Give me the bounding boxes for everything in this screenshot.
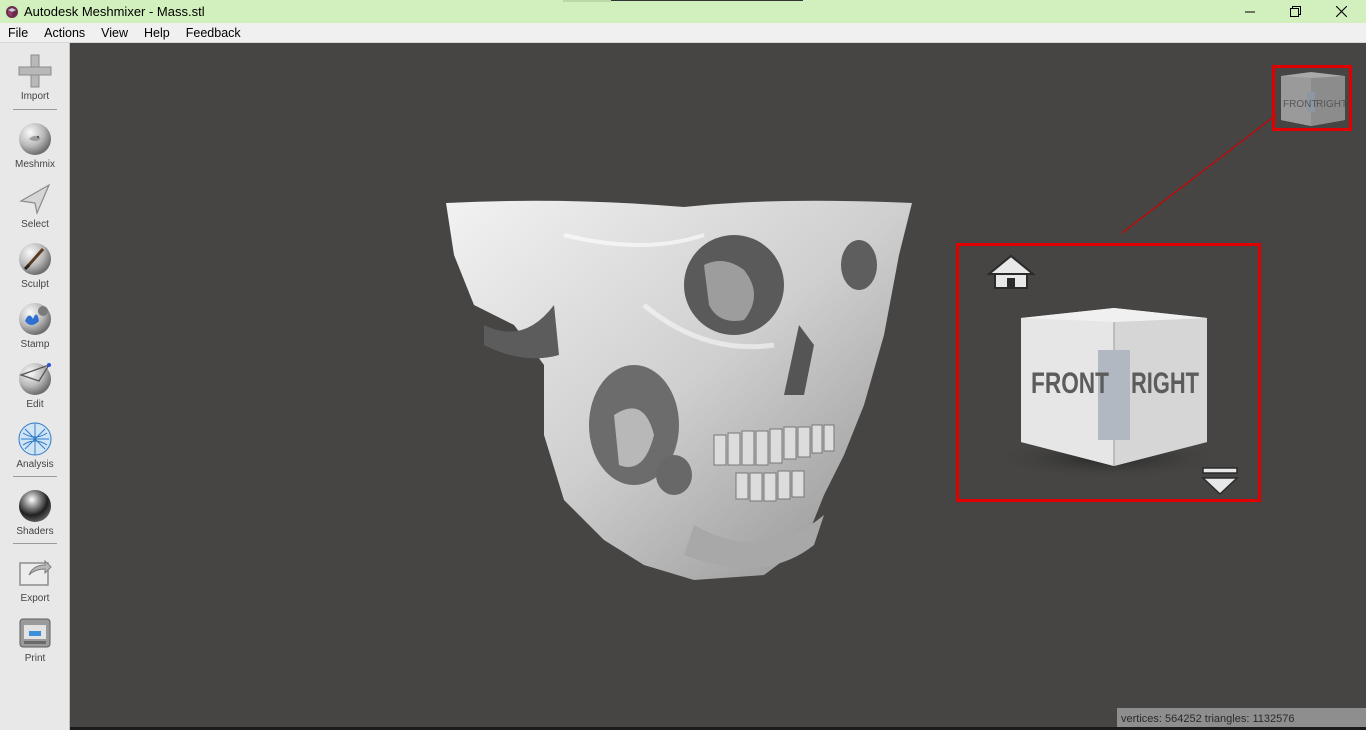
close-button[interactable] xyxy=(1318,0,1364,23)
print-label: Print xyxy=(24,653,46,664)
sculpt-label: Sculpt xyxy=(21,279,49,290)
bunny-sphere-icon xyxy=(19,123,51,155)
edit-label: Edit xyxy=(26,399,44,410)
cube-right-label[interactable]: RIGHT xyxy=(1131,367,1199,400)
shaders-tool[interactable]: Shaders xyxy=(0,488,70,546)
toolbar-divider xyxy=(13,476,57,477)
plus-icon xyxy=(18,54,52,88)
tool-sidebar: Import Meshmix Select Sculpt Stamp Edit … xyxy=(0,43,70,730)
title-bar-accent xyxy=(563,0,803,2)
window-title: Autodesk Meshmixer - Mass.stl xyxy=(24,4,205,19)
3d-viewport[interactable]: FRONT RIGHT FRONT RIGHT vertices: 564252… xyxy=(70,43,1366,730)
meshmixer-logo-icon xyxy=(6,5,18,18)
import-tool[interactable]: Import xyxy=(0,53,70,111)
view-cube-zoom-callout: FRONT RIGHT xyxy=(956,243,1261,502)
edit-sphere-icon xyxy=(19,363,51,395)
menu-view[interactable]: View xyxy=(93,23,136,43)
menu-actions[interactable]: Actions xyxy=(36,23,93,43)
home-icon[interactable] xyxy=(986,254,1036,289)
mesh-sphere-icon xyxy=(18,422,52,456)
restore-icon xyxy=(1289,6,1301,17)
stamp-tool[interactable]: Stamp xyxy=(0,301,70,359)
import-label: Import xyxy=(20,91,50,102)
view-cube-enlarged[interactable]: FRONT RIGHT xyxy=(959,246,1258,499)
stamp-label: Stamp xyxy=(20,339,50,350)
cube-front-label[interactable]: FRONT xyxy=(1031,367,1109,400)
small-cube-front-label: FRONT xyxy=(1283,99,1317,110)
chrome-sphere-icon xyxy=(19,490,51,522)
export-box-icon xyxy=(19,559,52,586)
sculpt-tool[interactable]: Sculpt xyxy=(0,241,70,299)
edit-tool[interactable]: Edit xyxy=(0,361,70,419)
meshmix-label: Meshmix xyxy=(14,159,55,170)
title-bar: Autodesk Meshmixer - Mass.stl xyxy=(0,0,1366,23)
select-label: Select xyxy=(21,219,49,230)
select-tool[interactable]: Select xyxy=(0,181,70,239)
cursor-arrow-icon xyxy=(19,183,51,216)
printer-icon xyxy=(19,618,51,648)
menu-feedback[interactable]: Feedback xyxy=(178,23,249,43)
print-tool[interactable]: Print xyxy=(0,615,70,673)
analysis-tool[interactable]: Analysis xyxy=(0,421,70,479)
small-cube-right-label: RIGHT xyxy=(1316,99,1347,110)
minimize-button[interactable] xyxy=(1227,0,1273,23)
export-label: Export xyxy=(20,593,50,604)
toolbar-divider xyxy=(13,543,57,544)
view-cube-small[interactable]: FRONT RIGHT xyxy=(1275,68,1349,128)
skull-mesh-model[interactable] xyxy=(444,195,914,585)
view-cube-highlight[interactable]: FRONT RIGHT xyxy=(1272,65,1352,131)
meshmix-tool[interactable]: Meshmix xyxy=(0,121,70,179)
brush-sphere-icon xyxy=(19,243,51,275)
menu-bar: File Actions View Help Feedback xyxy=(0,23,1366,43)
menu-help[interactable]: Help xyxy=(136,23,178,43)
export-tool[interactable]: Export xyxy=(0,555,70,613)
shaders-label: Shaders xyxy=(16,526,54,537)
menu-file[interactable]: File xyxy=(0,23,36,43)
analysis-label: Analysis xyxy=(16,459,54,470)
stamp-sphere-icon xyxy=(19,303,51,335)
close-icon xyxy=(1335,6,1347,17)
toolbar-divider xyxy=(13,109,57,110)
triangle-down-icon[interactable] xyxy=(1201,467,1239,496)
restore-button[interactable] xyxy=(1272,0,1318,23)
minimize-icon xyxy=(1245,11,1255,12)
